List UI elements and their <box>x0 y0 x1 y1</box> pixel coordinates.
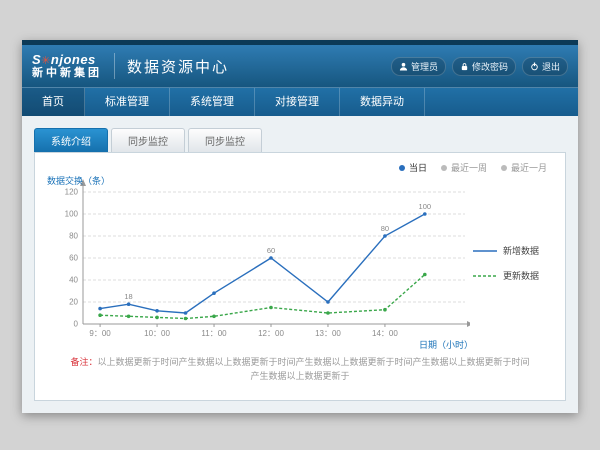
filter-3[interactable]: 最近一月 <box>501 161 547 174</box>
password-button[interactable]: 修改密码 <box>452 57 516 76</box>
content-area: 系统介绍同步监控同步监控 当日最近一周最近一月 0204060801001209… <box>22 116 578 413</box>
filter-label: 最近一周 <box>451 161 487 174</box>
page-title: 数据资源中心 <box>127 56 229 77</box>
svg-text:0: 0 <box>74 320 79 329</box>
footnote-prefix: 备注： <box>70 357 97 367</box>
legend-item-1[interactable]: 新增数据 <box>472 244 555 257</box>
chart-panel: 当日 最近一周 最近一月 0 20 40 60 80 100 120 9：00 10：00 11：00… <box>34 152 566 401</box>
svg-text:10：00: 10：00 <box>144 329 170 338</box>
svg-text:20: 20 <box>69 298 78 307</box>
tab-bar: 系统介绍同步监控同步监控 <box>34 128 566 152</box>
admin-label: 管理员 <box>411 60 438 73</box>
svg-text:40: 40 <box>69 276 78 285</box>
password-label: 修改密码 <box>472 60 508 73</box>
svg-text:数据交换（条）: 数据交换（条） <box>47 175 110 186</box>
time-range-filters: 当日 最近一周 最近一月 <box>45 159 555 174</box>
svg-text:100: 100 <box>65 210 79 219</box>
tab-2[interactable]: 同步监控 <box>111 128 185 152</box>
series-legend: 新增数据更新数据 <box>472 244 555 282</box>
footnote: 备注：以上数据更新于时间产生数据以上数据更新于时间产生数据以上数据更新于时间产生… <box>45 356 555 383</box>
line-chart: 0 20 40 60 80 100 120 9：00 10：00 11：00 12：00 13：00 1… <box>45 174 470 352</box>
logout-label: 退出 <box>542 60 560 73</box>
nav-item-2[interactable]: 标准管理 <box>85 88 170 116</box>
svg-text:80: 80 <box>69 232 78 241</box>
tab-1[interactable]: 系统介绍 <box>34 128 108 152</box>
svg-text:18: 18 <box>124 292 132 301</box>
lock-icon <box>460 62 469 71</box>
main-nav: 首页标准管理系统管理对接管理数据异动 <box>22 87 578 116</box>
footnote-text: 以上数据更新于时间产生数据以上数据更新于时间产生数据以上数据更新于时间产生数据以… <box>98 357 530 381</box>
filter-label: 当日 <box>409 161 427 174</box>
nav-item-1[interactable]: 首页 <box>22 88 85 116</box>
legend-item-2[interactable]: 更新数据 <box>472 269 555 282</box>
legend-label: 新增数据 <box>503 244 539 257</box>
user-icon <box>399 62 408 71</box>
filter-dot-icon <box>399 165 405 171</box>
svg-text:日期（小时）: 日期（小时） <box>419 339 470 350</box>
logo-wordmark: S✳njones <box>32 53 102 68</box>
admin-button[interactable]: 管理员 <box>391 57 446 76</box>
svg-text:13：00: 13：00 <box>315 329 341 338</box>
chart-row: 0 20 40 60 80 100 120 9：00 10：00 11：00 12：00 13：00 1… <box>45 174 555 352</box>
app-window: S✳njones 新中新集团 数据资源中心 管理员修改密码退出 首页标准管理系统… <box>22 40 578 413</box>
legend-line-icon <box>472 247 498 255</box>
filter-label: 最近一月 <box>511 161 547 174</box>
svg-text:120: 120 <box>65 188 79 197</box>
tab-3[interactable]: 同步监控 <box>188 128 262 152</box>
svg-text:80: 80 <box>381 224 389 233</box>
svg-text:14：00: 14：00 <box>372 329 398 338</box>
filter-dot-icon <box>501 165 507 171</box>
header-actions: 管理员 修改密码 退出 <box>391 57 568 76</box>
filter-2[interactable]: 最近一周 <box>441 161 487 174</box>
nav-item-5[interactable]: 数据异动 <box>340 88 425 116</box>
logo-star-icon: ✳ <box>41 55 51 67</box>
nav-item-3[interactable]: 系统管理 <box>170 88 255 116</box>
desktop-background: S✳njones 新中新集团 数据资源中心 管理员修改密码退出 首页标准管理系统… <box>0 0 600 450</box>
svg-text:9：00: 9：00 <box>89 329 111 338</box>
nav-item-4[interactable]: 对接管理 <box>255 88 340 116</box>
logo-company-name: 新中新集团 <box>32 68 102 80</box>
filter-dot-icon <box>441 165 447 171</box>
legend-label: 更新数据 <box>503 269 539 282</box>
svg-text:60: 60 <box>69 254 78 263</box>
header-divider <box>114 53 115 79</box>
app-header: S✳njones 新中新集团 数据资源中心 管理员 修改密码 退出 <box>22 45 578 87</box>
legend-line-icon <box>472 272 498 280</box>
svg-text:100: 100 <box>419 202 432 211</box>
svg-text:12：00: 12：00 <box>258 329 284 338</box>
filter-1[interactable]: 当日 <box>399 161 427 174</box>
power-icon <box>530 62 539 71</box>
svg-text:11：00: 11：00 <box>201 329 227 338</box>
svg-text:60: 60 <box>267 246 275 255</box>
logout-button[interactable]: 退出 <box>522 57 568 76</box>
company-logo: S✳njones 新中新集团 <box>32 53 102 79</box>
